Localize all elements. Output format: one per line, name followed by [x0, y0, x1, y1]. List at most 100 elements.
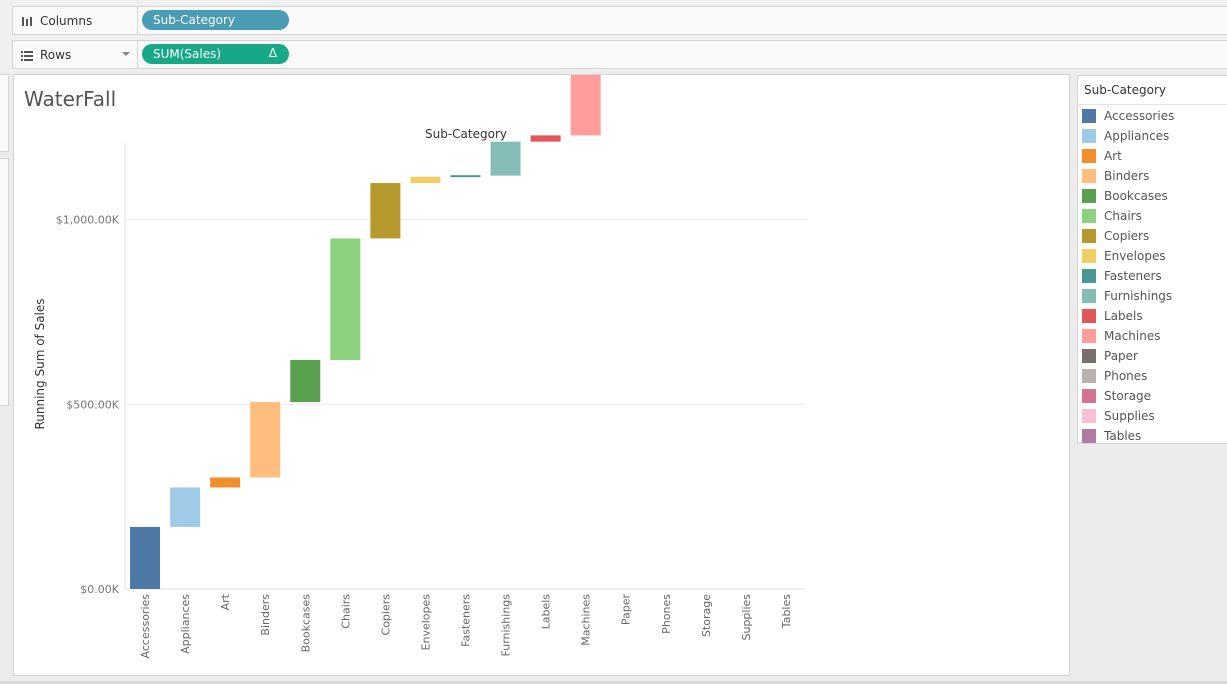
left-panel-edge-top: [0, 74, 9, 152]
legend-item-label: Chairs: [1104, 209, 1142, 223]
x-tick-label: Chairs: [339, 594, 352, 629]
legend-swatch: [1082, 289, 1096, 303]
rows-shelf-label: Rows: [13, 41, 138, 68]
shelf-area: Columns Sub-Category Rows SUM(Sales) Δ: [0, 0, 1227, 72]
legend-item[interactable]: Labels: [1082, 306, 1143, 326]
bar-chairs[interactable]: [330, 238, 361, 360]
rows-shelf[interactable]: Rows SUM(Sales) Δ: [12, 40, 1227, 69]
bar-envelopes[interactable]: [410, 176, 441, 184]
x-tick-label: Accessories: [139, 594, 152, 659]
bar-machines[interactable]: [570, 75, 601, 136]
legend-item[interactable]: Phones: [1082, 366, 1147, 386]
legend-swatch: [1082, 389, 1096, 403]
legend-item-label: Accessories: [1104, 109, 1175, 123]
legend-item[interactable]: Binders: [1082, 166, 1149, 186]
y-tick-label: $500.00K: [66, 398, 119, 411]
legend-title: Sub-Category: [1078, 76, 1227, 105]
legend-item-label: Appliances: [1104, 129, 1170, 143]
left-panel-edge-bottom: [0, 158, 9, 406]
legend-item-label: Machines: [1104, 329, 1161, 343]
top-axis-label: Sub-Category: [425, 127, 507, 141]
x-tick-label: Storage: [700, 594, 713, 637]
legend-swatch: [1082, 369, 1096, 383]
bar-labels[interactable]: [530, 135, 561, 142]
legend-item[interactable]: Accessories: [1082, 106, 1174, 126]
x-tick-label: Bookcases: [299, 594, 312, 653]
legend: Sub-Category Accessories Appliances Art Bin…: [1077, 75, 1227, 444]
columns-shelf-label: Columns: [13, 7, 138, 34]
columns-shelf[interactable]: Columns Sub-Category: [12, 6, 1227, 35]
legend-item[interactable]: Appliances: [1082, 126, 1169, 146]
legend-swatch: [1082, 309, 1096, 323]
sub-category-pill[interactable]: Sub-Category: [142, 10, 289, 30]
columns-label: Columns: [40, 13, 93, 28]
x-tick-label: Fasteners: [460, 594, 473, 647]
x-tick-label: Furnishings: [500, 594, 513, 657]
legend-swatch: [1082, 409, 1096, 423]
legend-item-label: Paper: [1104, 349, 1138, 363]
legend-item-label: Envelopes: [1104, 249, 1166, 263]
legend-swatch: [1082, 349, 1096, 363]
legend-swatch: [1082, 329, 1096, 343]
columns-icon: [20, 14, 34, 28]
rows-icon: [20, 48, 34, 62]
chevron-down-icon[interactable]: [122, 52, 130, 56]
x-tick-label: Copiers: [379, 594, 392, 636]
y-tick-label: $1,000.00K: [56, 214, 120, 227]
legend-swatch: [1082, 229, 1096, 243]
x-tick-label: Supplies: [740, 594, 753, 641]
y-tick-label: $0.00K: [80, 583, 119, 596]
x-tick-label: Machines: [580, 594, 593, 646]
legend-item[interactable]: Envelopes: [1082, 246, 1166, 266]
x-tick-label: Paper: [620, 594, 633, 626]
legend-item-label: Copiers: [1104, 229, 1150, 243]
x-tick-label: Tables: [780, 594, 793, 629]
legend-item[interactable]: Storage: [1082, 386, 1151, 406]
bar-furnishings[interactable]: [490, 141, 521, 176]
x-tick-label: Binders: [259, 594, 272, 636]
sum-sales-pill-label: SUM(Sales): [153, 47, 222, 61]
legend-swatch: [1082, 429, 1096, 443]
legend-swatch: [1082, 169, 1096, 183]
bar-art[interactable]: [210, 477, 241, 488]
legend-item[interactable]: Paper: [1082, 346, 1138, 366]
bar-copiers[interactable]: [370, 183, 401, 239]
legend-item[interactable]: Tables: [1082, 426, 1141, 446]
legend-item[interactable]: Bookcases: [1082, 186, 1168, 206]
legend-swatch: [1082, 189, 1096, 203]
bar-bookcases[interactable]: [290, 359, 321, 403]
bar-binders[interactable]: [250, 402, 281, 478]
legend-item-label: Phones: [1104, 369, 1148, 383]
legend-item-label: Bookcases: [1104, 189, 1168, 203]
bar-fasteners[interactable]: [450, 175, 481, 178]
x-tick-label: Envelopes: [419, 594, 432, 651]
bar-appliances[interactable]: [170, 487, 201, 527]
y-axis-label: Running Sum of Sales: [33, 298, 47, 429]
x-tick-label: Appliances: [179, 594, 192, 654]
rows-label: Rows: [40, 47, 72, 62]
legend-item-label: Binders: [1104, 169, 1150, 183]
bar-accessories[interactable]: [130, 526, 161, 589]
legend-item[interactable]: Supplies: [1082, 406, 1155, 426]
legend-swatch: [1082, 269, 1096, 283]
legend-item[interactable]: Machines: [1082, 326, 1160, 346]
legend-item-label: Fasteners: [1104, 269, 1162, 283]
legend-item[interactable]: Fasteners: [1082, 266, 1162, 286]
legend-swatch: [1082, 149, 1096, 163]
legend-swatch: [1082, 109, 1096, 123]
sum-sales-pill[interactable]: SUM(Sales) Δ: [142, 44, 289, 64]
legend-item[interactable]: Copiers: [1082, 226, 1149, 246]
legend-item-label: Supplies: [1104, 409, 1155, 423]
waterfall-chart: Sub-Category Running Sum of Sales $0.00K…: [33, 75, 806, 659]
legend-item-label: Tables: [1104, 429, 1142, 443]
sub-category-pill-label: Sub-Category: [153, 13, 235, 27]
legend-item-label: Storage: [1104, 389, 1151, 403]
legend-item-label: Furnishings: [1104, 289, 1173, 303]
legend-swatch: [1082, 129, 1096, 143]
legend-item[interactable]: Chairs: [1082, 206, 1142, 226]
worksheet: WaterFall Sub-Category Running Sum of Sa…: [13, 74, 1070, 676]
legend-swatch: [1082, 209, 1096, 223]
legend-item-label: Art: [1104, 149, 1122, 163]
legend-item[interactable]: Art: [1082, 146, 1122, 166]
legend-item[interactable]: Furnishings: [1082, 286, 1172, 306]
